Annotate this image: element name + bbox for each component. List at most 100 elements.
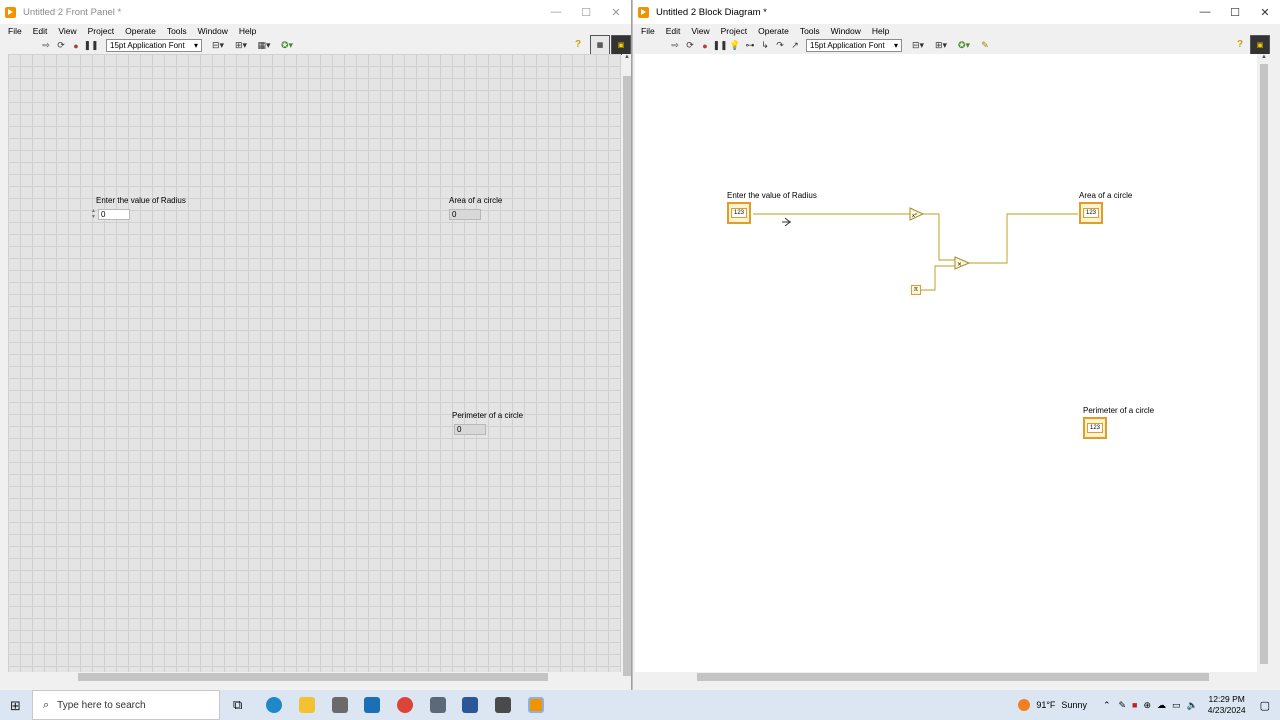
front-panel-canvas[interactable]: Enter the value of Radius ▲ ▼ 0 Area of a… — [8, 54, 621, 673]
help-icon[interactable]: ? — [575, 39, 581, 50]
network-icon[interactable]: ⊕ — [1143, 700, 1151, 711]
step-into-icon[interactable]: ↳ — [759, 40, 771, 52]
abort-icon[interactable]: ● — [70, 40, 82, 52]
tray-app-icon[interactable]: ✎ — [1119, 700, 1127, 711]
vertical-scrollbar[interactable]: ▲ — [622, 54, 631, 676]
retain-wire-values-icon[interactable]: ⊶ — [744, 40, 756, 52]
edge-browser-icon[interactable] — [266, 697, 282, 713]
wire-pi-to-multiply[interactable] — [921, 265, 955, 291]
front-panel-titlebar[interactable]: Untitled 2 Front Panel * — ☐ ✕ — [0, 0, 631, 24]
menu-view[interactable]: View — [691, 26, 709, 36]
run-continuously-icon[interactable]: ⟳ — [684, 40, 696, 52]
area-indicator-terminal[interactable]: 123 — [1079, 202, 1103, 224]
file-explorer-icon[interactable] — [299, 697, 315, 713]
font-select[interactable]: 15pt Application Font ▾ — [806, 39, 902, 52]
front-panel-window: Untitled 2 Front Panel * — ☐ ✕ File Edit… — [0, 0, 632, 690]
radius-numeric-control[interactable]: 0 — [98, 209, 130, 220]
app-icon[interactable] — [495, 697, 511, 713]
scroll-up-icon[interactable]: ▲ — [622, 54, 631, 60]
menu-window[interactable]: Window — [198, 26, 228, 36]
menu-file[interactable]: File — [641, 26, 655, 36]
app-icon[interactable] — [430, 697, 446, 713]
menu-project[interactable]: Project — [721, 26, 747, 36]
clock[interactable]: 12:29 PM 4/23/2024 — [1208, 694, 1246, 716]
task-view-icon[interactable]: ⧉ — [233, 697, 249, 713]
word-icon[interactable] — [462, 697, 478, 713]
mail-icon[interactable] — [364, 697, 380, 713]
pause-icon[interactable]: ❚❚ — [83, 40, 98, 52]
menu-bar: File Edit View Project Operate Tools Win… — [0, 24, 631, 37]
run-arrow-icon[interactable]: ⇨ — [40, 40, 52, 52]
menu-tools[interactable]: Tools — [800, 26, 820, 36]
tray-app-icon[interactable]: ■ — [1132, 700, 1137, 710]
align-objects-icon[interactable]: ⊟▾ — [908, 40, 928, 52]
menu-edit[interactable]: Edit — [33, 26, 48, 36]
increment-decrement-icon[interactable]: ▲ ▼ — [91, 208, 97, 221]
notification-icon[interactable]: ▢ — [1260, 699, 1270, 712]
square-function-node[interactable]: x² — [909, 207, 925, 221]
pi-constant[interactable]: π — [911, 285, 921, 295]
scrollbar-thumb[interactable] — [1260, 64, 1268, 664]
run-arrow-icon[interactable]: ⇨ — [669, 40, 681, 52]
menu-window[interactable]: Window — [831, 26, 861, 36]
windows-start-icon[interactable]: ⊞ — [10, 698, 21, 714]
block-diagram-titlebar[interactable]: Untitled 2 Block Diagram * — ☐ ✕ — [633, 0, 1280, 24]
volume-icon[interactable]: 🔈 — [1187, 700, 1198, 711]
clean-up-diagram-icon[interactable]: ✎ — [977, 40, 993, 52]
reorder-icon[interactable]: ✪▾ — [954, 40, 974, 52]
menu-view[interactable]: View — [58, 26, 76, 36]
maximize-button[interactable]: ☐ — [571, 0, 601, 24]
highlight-execution-icon[interactable]: 💡 — [729, 40, 741, 52]
taskbar-search-box[interactable]: ⌕ Type here to search — [32, 690, 220, 720]
scroll-up-icon[interactable]: ▲ — [1257, 54, 1271, 60]
menu-operate[interactable]: Operate — [758, 26, 789, 36]
labview-taskbar-icon[interactable] — [528, 697, 544, 713]
horizontal-scrollbar[interactable] — [8, 672, 622, 682]
resize-objects-icon[interactable]: ▦▾ — [254, 40, 274, 52]
scrollbar-thumb[interactable] — [623, 76, 631, 676]
menu-help[interactable]: Help — [872, 26, 889, 36]
help-icon[interactable]: ? — [1237, 39, 1243, 50]
step-out-icon[interactable]: ↗ — [789, 40, 801, 52]
multiply-function-node[interactable]: × — [954, 256, 971, 270]
vertical-scrollbar[interactable]: ▲ — [1257, 54, 1271, 673]
close-button[interactable]: ✕ — [601, 0, 631, 24]
menu-tools[interactable]: Tools — [167, 26, 187, 36]
power-icon[interactable]: ▭ — [1172, 700, 1181, 711]
wire-multiply-to-area[interactable] — [969, 213, 1078, 264]
reorder-icon[interactable]: ✪▾ — [277, 40, 297, 52]
vi-icon[interactable]: ▣ — [1250, 35, 1270, 55]
align-objects-icon[interactable]: ⊟▾ — [208, 40, 228, 52]
wire-square-to-multiply[interactable] — [923, 213, 955, 261]
close-button[interactable]: ✕ — [1250, 0, 1280, 24]
chevron-up-icon[interactable]: ⌃ — [1103, 700, 1111, 711]
weather-temperature[interactable]: 91°F — [1036, 700, 1055, 710]
distribute-objects-icon[interactable]: ⊞▾ — [931, 40, 951, 52]
horizontal-scrollbar[interactable] — [635, 672, 1257, 682]
maximize-button[interactable]: ☐ — [1220, 0, 1250, 24]
vi-icon[interactable]: ▣ — [611, 35, 631, 55]
abort-icon[interactable]: ● — [699, 40, 711, 52]
scrollbar-thumb[interactable] — [697, 673, 1209, 681]
menu-edit[interactable]: Edit — [666, 26, 681, 36]
minimize-button[interactable]: — — [541, 0, 571, 24]
minimize-button[interactable]: — — [1190, 0, 1220, 24]
distribute-objects-icon[interactable]: ⊞▾ — [231, 40, 251, 52]
run-continuously-icon[interactable]: ⟳ — [55, 40, 67, 52]
connector-pane-icon[interactable]: ▦ — [590, 35, 610, 55]
menu-project[interactable]: Project — [88, 26, 114, 36]
menu-help[interactable]: Help — [239, 26, 256, 36]
weather-description[interactable]: Sunny — [1061, 700, 1087, 710]
radius-control-terminal[interactable]: 123 — [727, 202, 751, 224]
menu-file[interactable]: File — [8, 26, 22, 36]
step-over-icon[interactable]: ↷ — [774, 40, 786, 52]
chrome-icon[interactable] — [397, 697, 413, 713]
scrollbar-thumb[interactable] — [78, 673, 548, 681]
font-select[interactable]: 15pt Application Font ▾ — [106, 39, 202, 52]
pause-icon[interactable]: ❚❚ — [712, 40, 727, 52]
menu-operate[interactable]: Operate — [125, 26, 156, 36]
block-diagram-canvas[interactable]: x² × Enter the value of Radius 123 π Are… — [635, 54, 1257, 673]
cloud-icon[interactable]: ☁ — [1157, 700, 1166, 711]
perimeter-indicator-terminal[interactable]: 123 — [1083, 417, 1107, 439]
microsoft-store-icon[interactable] — [332, 697, 348, 713]
